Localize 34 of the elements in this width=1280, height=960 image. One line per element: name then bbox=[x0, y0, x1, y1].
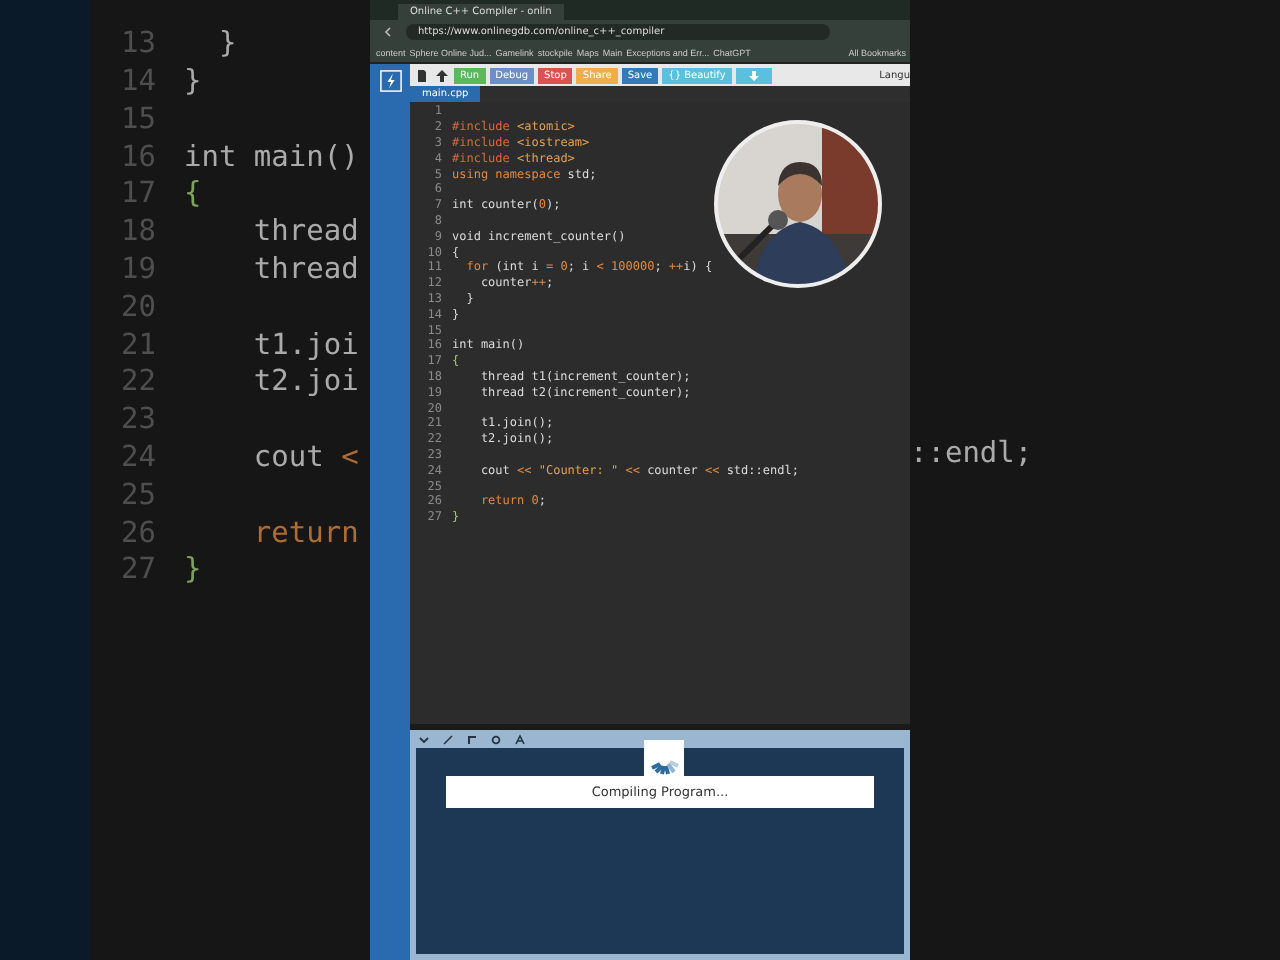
line-number: 26 bbox=[119, 517, 156, 550]
line-number: 20 bbox=[119, 291, 156, 324]
expand-icon[interactable] bbox=[442, 733, 454, 745]
line-number: 15 bbox=[119, 103, 156, 136]
upload-icon[interactable] bbox=[434, 67, 450, 83]
line-number: 18 bbox=[119, 216, 156, 249]
code-line: { bbox=[184, 178, 202, 211]
line-number: 22 bbox=[119, 366, 156, 399]
chevron-icon[interactable] bbox=[418, 733, 430, 745]
code-line: thread bbox=[251, 253, 359, 286]
code-line: ::endl; bbox=[910, 438, 1033, 470]
code-line: cout < bbox=[251, 441, 359, 474]
line-number: 17 bbox=[119, 178, 156, 211]
code-line: } bbox=[216, 28, 237, 61]
line-number: 16 bbox=[119, 141, 156, 174]
settings-icon[interactable] bbox=[490, 733, 502, 745]
code-line: t2.joi bbox=[251, 366, 359, 399]
line-number: 13 bbox=[119, 28, 156, 61]
code-line: } bbox=[184, 65, 202, 98]
line-number: 25 bbox=[119, 479, 156, 512]
line-number: 23 bbox=[119, 404, 156, 437]
line-number: 14 bbox=[119, 65, 156, 98]
line-number: 27 bbox=[119, 554, 156, 587]
code-line: } bbox=[184, 554, 202, 587]
code-line: thread bbox=[251, 216, 359, 249]
code-line: t1.joi bbox=[251, 329, 359, 362]
code-line: return bbox=[251, 517, 359, 550]
line-number: 24 bbox=[119, 441, 156, 474]
code-line: int main() bbox=[184, 141, 359, 174]
line-number: 21 bbox=[119, 329, 156, 362]
font-icon[interactable] bbox=[514, 733, 526, 745]
line-number: 19 bbox=[119, 253, 156, 286]
back-icon[interactable] bbox=[382, 26, 394, 38]
logo-icon[interactable] bbox=[379, 70, 401, 92]
